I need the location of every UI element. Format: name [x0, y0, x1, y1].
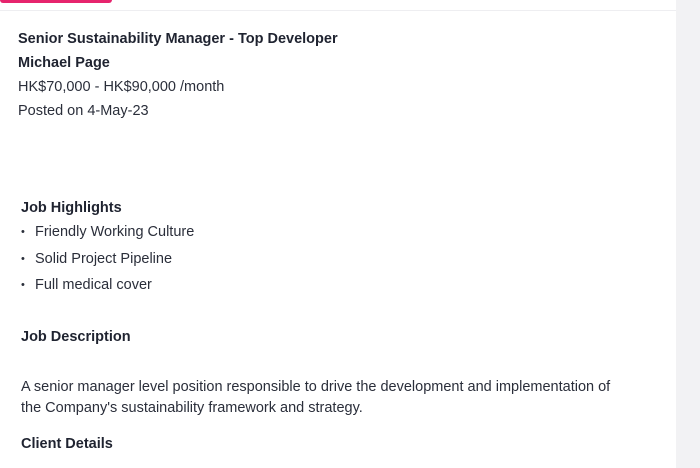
highlight-text: Friendly Working Culture — [35, 224, 195, 240]
bullet-icon: • — [21, 226, 25, 238]
list-item: • Friendly Working Culture — [21, 222, 194, 249]
highlight-text: Full medical cover — [35, 277, 152, 293]
highlight-text: Solid Project Pipeline — [35, 250, 173, 267]
job-title: Senior Sustainability Manager - Top Deve… — [18, 31, 338, 47]
list-item: • Solid Project Pipeline — [21, 249, 194, 276]
active-tab-indicator — [0, 0, 112, 3]
posted-date: Posted on 4-May-23 — [18, 103, 149, 119]
bullet-icon: • — [21, 252, 25, 265]
job-description-text: A senior manager level position responsi… — [21, 379, 611, 416]
bullet-icon: • — [21, 279, 25, 291]
salary-range: HK$70,000 - HK$90,000 /month — [18, 79, 225, 95]
top-divider — [0, 10, 676, 11]
company-name: Michael Page — [18, 55, 110, 71]
job-highlights-heading: Job Highlights — [21, 200, 122, 216]
job-description-heading: Job Description — [21, 329, 131, 345]
scrollbar-track[interactable] — [676, 0, 700, 468]
job-header: Senior Sustainability Manager - Top Deve… — [18, 27, 338, 123]
job-highlights-list: • Friendly Working Culture • Solid Proje… — [21, 222, 194, 302]
job-highlights-section: Job Highlights • Friendly Working Cultur… — [21, 200, 194, 302]
list-item: • Full medical cover — [21, 275, 194, 302]
client-details-heading: Client Details — [21, 436, 113, 452]
